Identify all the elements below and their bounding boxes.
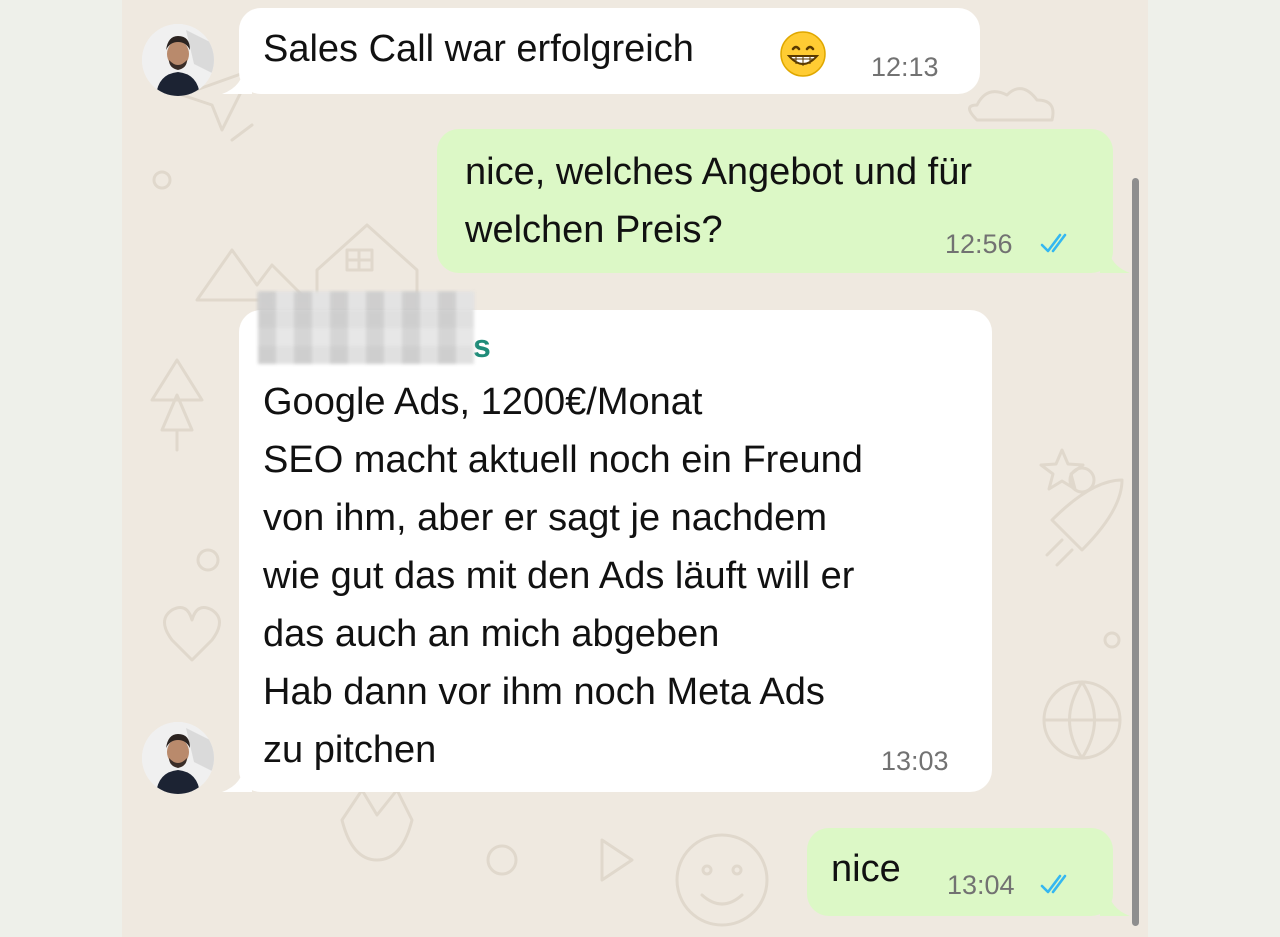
message-bubble-outgoing[interactable]: nice, welches Angebot und für welchen Pr… bbox=[437, 129, 1113, 273]
contact-avatar[interactable] bbox=[142, 722, 214, 794]
message-time: 12:56 bbox=[945, 229, 1013, 259]
bubble-tail bbox=[222, 64, 252, 94]
bubble-tail bbox=[1100, 243, 1130, 273]
message-bubble-incoming[interactable]: Sales Call war erfolgreich 12:13 bbox=[239, 8, 980, 94]
message-bubble-outgoing[interactable]: nice 13:04 bbox=[807, 828, 1113, 916]
message-bubble-incoming[interactable]: s Google Ads, 1200€/Monat SEO macht aktu… bbox=[239, 310, 992, 792]
grinning-face-emoji-icon bbox=[779, 30, 827, 95]
bubble-tail bbox=[222, 762, 252, 792]
redacted-sender-name bbox=[258, 292, 474, 364]
sender-name[interactable]: s bbox=[473, 326, 491, 366]
message-text: Sales Call war erfolgreich bbox=[263, 28, 694, 70]
message-time: 12:13 bbox=[871, 52, 939, 82]
contact-avatar[interactable] bbox=[142, 24, 214, 96]
read-receipt-icon bbox=[1040, 874, 1067, 894]
chat-scrollbar[interactable] bbox=[1132, 178, 1139, 926]
message-text: nice bbox=[831, 848, 901, 890]
read-receipt-icon bbox=[1040, 233, 1067, 253]
message-text: Google Ads, 1200€/Monat SEO macht aktuel… bbox=[263, 381, 863, 771]
bubble-tail bbox=[1100, 886, 1130, 916]
message-time: 13:03 bbox=[881, 746, 949, 776]
person-photo bbox=[142, 722, 214, 794]
message-text: nice, welches Angebot und für welchen Pr… bbox=[465, 151, 973, 251]
person-photo bbox=[142, 24, 214, 96]
message-time: 13:04 bbox=[947, 870, 1015, 900]
